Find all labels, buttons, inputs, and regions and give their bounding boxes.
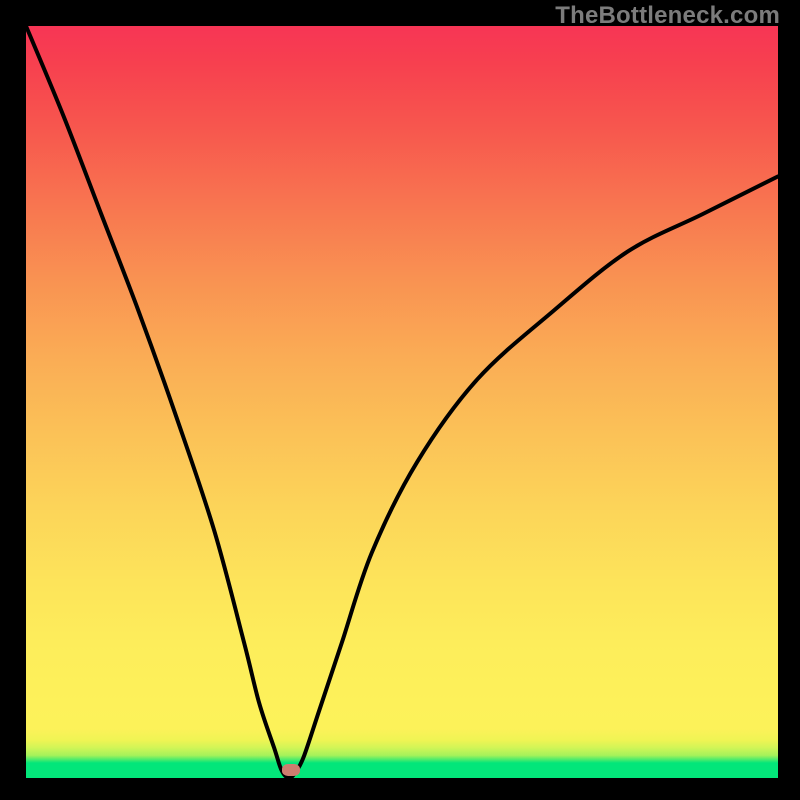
plot-area <box>26 26 778 778</box>
watermark-text: TheBottleneck.com <box>555 2 780 30</box>
bottleneck-curve <box>26 26 778 778</box>
chart-frame: TheBottleneck.com <box>0 0 800 800</box>
min-marker <box>282 764 300 776</box>
curve-path <box>26 26 778 778</box>
